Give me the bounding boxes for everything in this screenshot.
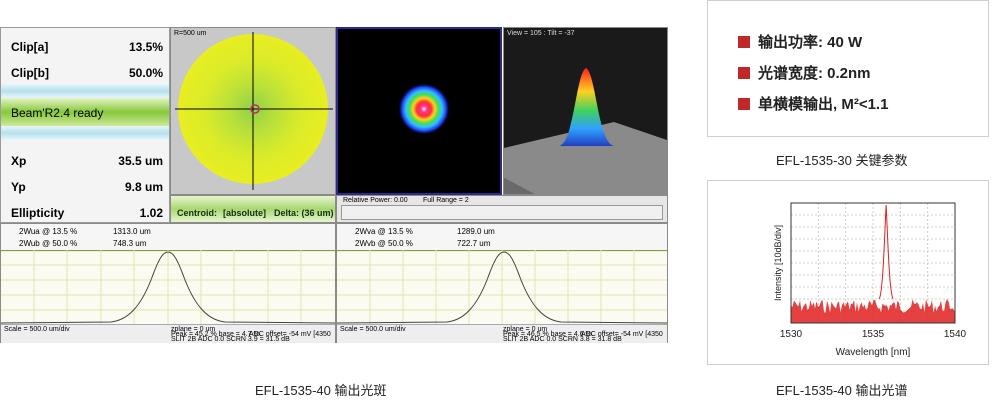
- profile-b-status: Scale = 500.0 um/div zplane = 0 um Peak …: [337, 324, 667, 343]
- x-tick-label: 1530: [780, 329, 803, 340]
- beam-intensity-view[interactable]: [336, 27, 502, 195]
- spec-power: 输出功率: 40 W: [738, 31, 862, 52]
- spec-power-text: 输出功率: 40 W: [758, 34, 863, 51]
- bullet-square-icon: [738, 67, 750, 79]
- specs-box: 输出功率: 40 W 光谱宽度: 0.2nm 单横模输出, M²<1.1: [707, 0, 989, 137]
- profile-a-w1-label: 2Wua @ 13.5 %: [19, 227, 78, 236]
- beam-spot-image: [175, 32, 333, 190]
- spectrum-noise-floor: [791, 299, 955, 323]
- centroid-label: Centroid:: [177, 208, 217, 218]
- status-band-bottom: [1, 126, 169, 140]
- profile-b-plot: [337, 250, 667, 324]
- spectrum-caption: EFL-1535-40 输出光谱: [776, 383, 908, 398]
- spectrum-xlabel: Wavelength [nm]: [836, 347, 911, 358]
- spec-mode: 单横模输出, M²<1.1: [738, 93, 888, 114]
- spec-bandwidth: 光谱宽度: 0.2nm: [738, 62, 871, 83]
- bullet-square-icon: [738, 98, 750, 110]
- spectrum-ylabel: Intensity [10dB/div]: [773, 225, 783, 301]
- yp-row: Yp 9.8 um: [1, 176, 169, 198]
- profile-a-w1-value: 1313.0 um: [113, 227, 151, 236]
- spec-bandwidth-text: 光谱宽度: 0.2nm: [758, 65, 871, 82]
- spectrum-box: 1530 1535 1540 Wavelength [nm] Intensity […: [707, 180, 989, 365]
- spectrum-peak-line: [878, 204, 894, 300]
- status-band-top: [1, 84, 169, 98]
- status-text: Beam'R2.4 ready: [11, 106, 104, 120]
- spectrum-tick-labels: 1530 1535 1540: [780, 329, 967, 340]
- profile-b-scale: Scale = 500.0 um/div: [340, 326, 406, 333]
- profile-a-w2-label: 2Wub @ 50.0 %: [19, 239, 78, 248]
- clip-a-label: Clip[a]: [11, 40, 49, 54]
- clip-a-row: Clip[a] 13.5%: [1, 36, 169, 58]
- xp-row: Xp 35.5 um: [1, 150, 169, 172]
- specs-caption: EFL-1535-30 关键参数: [776, 153, 908, 168]
- beam-3d-view[interactable]: View = 105 : Tilt = -37: [503, 27, 668, 195]
- profile-b-w2-label: 2Wvb @ 50.0 %: [355, 239, 413, 248]
- power-meter: [341, 205, 663, 220]
- xp-label: Xp: [11, 154, 27, 168]
- clip-a-value: 13.5%: [128, 40, 163, 54]
- spectrum-chart: 1530 1535 1540 Wavelength [nm] Intensity […: [773, 202, 967, 358]
- beam-3d-image: [504, 68, 667, 194]
- profile-b-panel: 2Wva @ 13.5 % 1289.0 um 2Wvb @ 50.0 % 72…: [336, 223, 668, 343]
- beam-metrics-panel: Clip[a] 13.5% Clip[b] 50.0% Beam'R2.4 re…: [0, 27, 170, 223]
- profile-a-w2-value: 748.3 um: [113, 239, 147, 248]
- centroid-bar: Centroid: [absolute] Delta: (36 um): [170, 195, 336, 223]
- ellipticity-row: Ellipticity 1.02: [1, 202, 169, 224]
- yp-value: 9.8 um: [124, 180, 163, 194]
- xp-value: 35.5 um: [118, 154, 163, 168]
- profile-a-scale: Scale = 500.0 um/div: [4, 326, 70, 333]
- power-bar: Relative Power: 0.00 Full Range = 2: [336, 195, 668, 223]
- centroid-mode: [absolute]: [223, 208, 267, 218]
- centroid-delta: Delta: (36 um): [274, 208, 334, 218]
- profile-b-w1-label: 2Wva @ 13.5 %: [355, 227, 413, 236]
- beam-caption: EFL-1535-40 输出光斑: [255, 383, 387, 398]
- profile-a-slit: SLIT 2B ADC 0.0 SCRN 3.9 = 31.5 dB: [171, 336, 290, 343]
- yp-label: Yp: [11, 180, 26, 194]
- spec-mode-text: 单横模输出, M²<1.1: [758, 96, 889, 113]
- profile-a-status: Scale = 500.0 um/div zplane = 0 um Peak …: [1, 324, 335, 343]
- bullet-square-icon: [738, 36, 750, 48]
- clip-b-value: 50.0%: [128, 66, 163, 80]
- profile-a-panel: 2Wua @ 13.5 % 1313.0 um 2Wub @ 50.0 % 74…: [0, 223, 336, 343]
- status-bar: Beam'R2.4 ready: [1, 98, 169, 126]
- profile-a-plot: [1, 250, 335, 324]
- profile-b-slit: SLIT 2B ADC 0.0 SCRN 3.8 = 31.8 dB: [503, 336, 622, 343]
- x-tick-label: 1540: [944, 329, 967, 340]
- beam-intensity-image: [398, 83, 450, 135]
- clip-b-row: Clip[b] 50.0%: [1, 62, 169, 84]
- ellipticity-value: 1.02: [139, 206, 163, 220]
- full-range-label: Full Range = 2: [423, 197, 469, 204]
- ellipticity-label: Ellipticity: [11, 206, 65, 220]
- relative-power-label: Relative Power: 0.00: [343, 197, 408, 204]
- profile-b-w1-value: 1289.0 um: [457, 227, 495, 236]
- beam-spot-view[interactable]: R=500 um: [170, 27, 336, 195]
- clip-b-label: Clip[b]: [11, 66, 49, 80]
- x-tick-label: 1535: [862, 329, 885, 340]
- profile-b-w2-value: 722.7 um: [457, 239, 491, 248]
